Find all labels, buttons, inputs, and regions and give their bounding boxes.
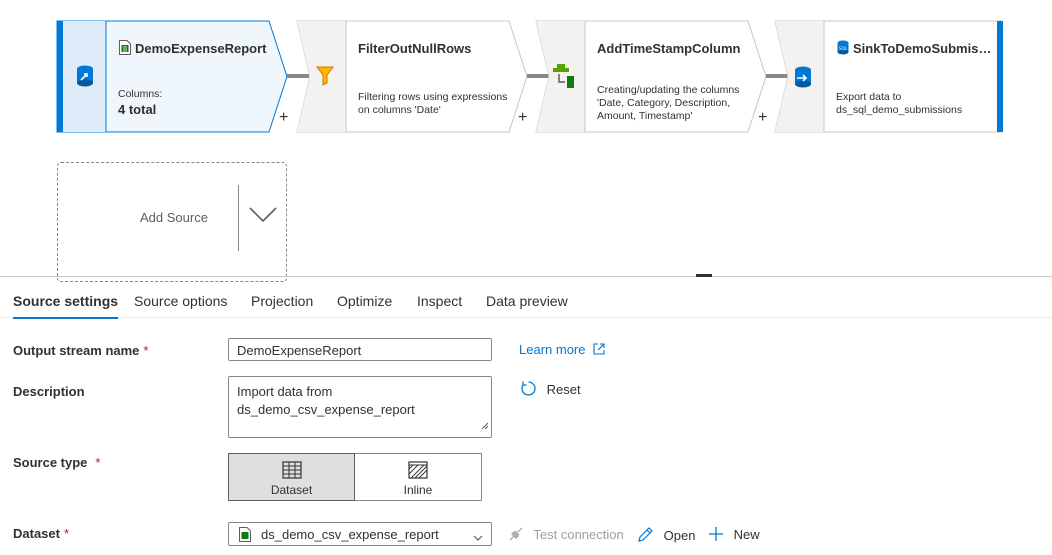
reset-label: Reset <box>546 382 581 397</box>
dataset-label-text: Dataset <box>13 526 60 541</box>
flow-node-sink[interactable]: SQL SinkToDemoSubmiss... Export data to … <box>774 20 1007 133</box>
dataset-dropdown[interactable]: ds_demo_csv_expense_report <box>228 522 492 546</box>
output-stream-label-text: Output stream name <box>13 343 140 358</box>
description-value: Import data from ds_demo_csv_expense_rep… <box>237 384 415 417</box>
add-transform-button[interactable]: + <box>279 110 288 126</box>
reset-icon <box>520 380 537 400</box>
plug-icon <box>508 526 524 545</box>
node-title: SinkToDemoSubmiss... <box>853 41 993 56</box>
node-title: DemoExpenseReport <box>135 41 267 56</box>
add-transform-button[interactable]: + <box>758 110 767 126</box>
db-sink-icon <box>794 66 812 93</box>
learn-more-link[interactable]: Learn more <box>519 342 605 358</box>
new-label: New <box>733 527 760 542</box>
node-title: FilterOutNullRows <box>358 41 472 56</box>
node-title: AddTimeStampColumn <box>597 41 741 56</box>
table-grid-icon <box>281 461 302 484</box>
db-source-icon <box>76 65 94 92</box>
resize-grip-icon[interactable] <box>481 417 489 435</box>
splitter-handle[interactable] <box>696 274 712 277</box>
flow-node-derived-column[interactable]: AddTimeStampColumn Creating/updating the… <box>535 20 767 133</box>
dataset-label: Dataset * <box>13 526 69 541</box>
dataset-value: ds_demo_csv_expense_report <box>261 527 439 542</box>
new-button[interactable]: New <box>708 526 760 545</box>
required-marker: * <box>95 455 101 470</box>
plus-icon <box>708 526 724 545</box>
source-type-label-text: Source type <box>13 455 88 470</box>
required-marker: * <box>143 343 149 358</box>
reset-button[interactable]: Reset <box>520 380 581 400</box>
tab-data-preview[interactable]: Data preview <box>486 293 568 309</box>
open-button[interactable]: Open <box>637 526 695 546</box>
node-columns-label: Columns: <box>118 88 163 100</box>
test-connection-label: Test connection <box>533 527 624 542</box>
flow-node-source[interactable]: DemoExpenseReport Columns: 4 total <box>56 20 288 133</box>
node-description: Export data to ds_sql_demo_submissions <box>836 91 963 116</box>
source-type-label: Source type * <box>13 455 100 470</box>
chevron-down-icon[interactable] <box>248 206 278 229</box>
inline-option-label: Inline <box>403 483 433 497</box>
settings-tabs: Source settings Source options Projectio… <box>0 285 1052 319</box>
test-connection-button[interactable]: Test connection <box>508 526 624 545</box>
data-flow-canvas: DemoExpenseReport Columns: 4 total + Fil… <box>0 0 1052 282</box>
inline-hatched-icon <box>408 461 428 484</box>
source-type-dataset-option[interactable]: Dataset <box>228 453 355 501</box>
required-marker: * <box>63 526 70 541</box>
external-link-icon <box>593 343 605 358</box>
output-stream-label: Output stream name * <box>13 343 148 358</box>
add-transform-button[interactable]: + <box>518 110 527 126</box>
dataset-file-icon <box>239 527 251 545</box>
source-type-inline-option[interactable]: Inline <box>355 453 482 501</box>
chevron-down-icon <box>473 530 483 545</box>
output-stream-input[interactable]: DemoExpenseReport <box>228 338 492 361</box>
description-label: Description <box>13 384 85 399</box>
tab-source-settings[interactable]: Source settings <box>13 293 119 319</box>
svg-text:SQL: SQL <box>839 46 848 51</box>
open-label: Open <box>663 528 696 543</box>
add-source-button[interactable]: Add Source <box>57 162 287 282</box>
tab-source-options[interactable]: Source options <box>134 293 227 309</box>
tab-inspect[interactable]: Inspect <box>417 293 462 309</box>
derived-column-icon <box>553 64 575 93</box>
csv-file-icon <box>119 40 131 60</box>
add-source-label: Add Source <box>140 210 208 225</box>
output-stream-value: DemoExpenseReport <box>237 343 362 358</box>
divider <box>238 185 239 251</box>
node-columns-value: 4 total <box>118 102 157 117</box>
pencil-icon <box>637 526 654 546</box>
flow-node-filter[interactable]: FilterOutNullRows Filtering rows using e… <box>296 20 528 133</box>
filter-funnel-icon <box>316 66 334 91</box>
node-description: Filtering rows using expressions on colu… <box>358 91 508 116</box>
panel-splitter[interactable] <box>0 276 1052 277</box>
learn-more-text: Learn more <box>519 342 586 357</box>
tab-optimize[interactable]: Optimize <box>337 293 392 309</box>
dataset-option-label: Dataset <box>270 483 313 497</box>
sql-icon: SQL <box>837 40 849 60</box>
tab-projection[interactable]: Projection <box>251 293 313 309</box>
node-description: Creating/updating the columns 'Date, Cat… <box>597 84 740 122</box>
description-textarea[interactable]: Import data from ds_demo_csv_expense_rep… <box>228 376 492 438</box>
